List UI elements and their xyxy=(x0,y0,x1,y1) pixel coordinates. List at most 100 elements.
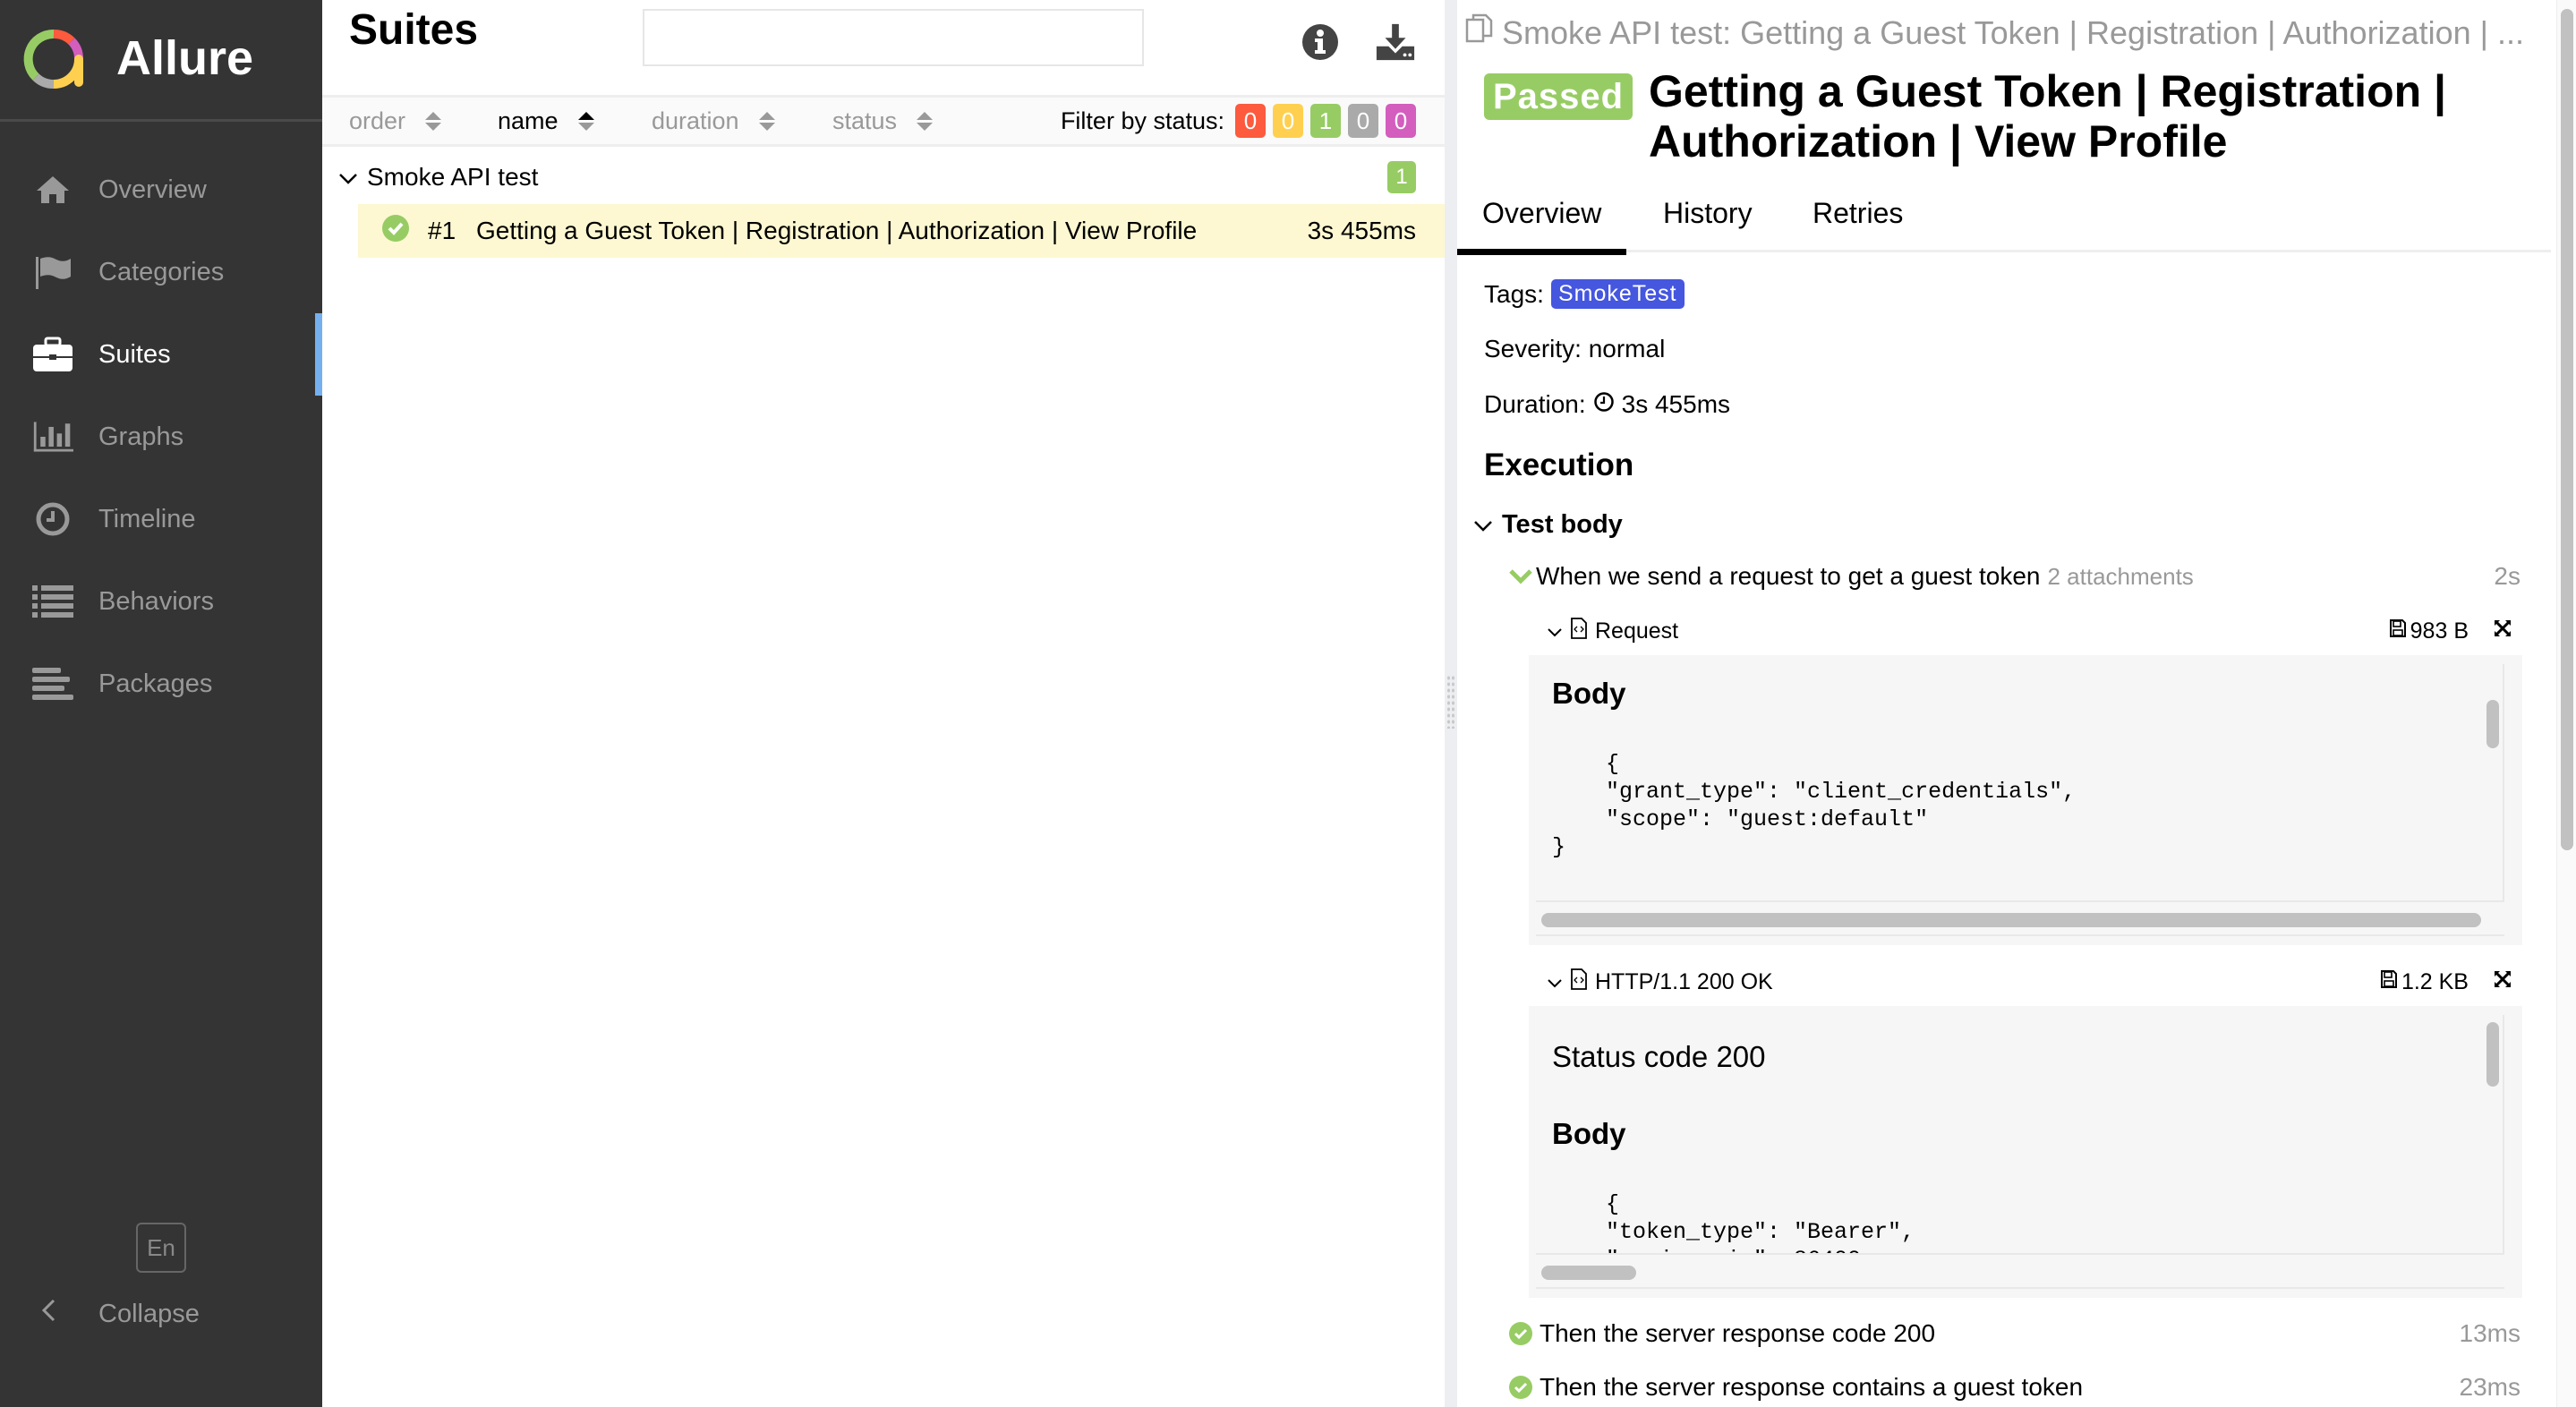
sort-order[interactable]: order xyxy=(349,107,442,135)
step-row[interactable]: Then the server response code 200 13ms xyxy=(1509,1319,2521,1348)
sort-name[interactable]: name xyxy=(498,107,594,135)
sidebar-item-graphs[interactable]: Graphs xyxy=(0,396,322,478)
duration-value: 3s 455ms xyxy=(1621,390,1731,418)
sort-duration[interactable]: duration xyxy=(652,107,775,135)
step-attachments-count: 2 attachments xyxy=(2047,562,2194,590)
attachment-header[interactable]: HTTP/1.1 200 OK 1.2 KB xyxy=(1547,964,2522,1000)
sort-label: order xyxy=(349,107,406,134)
status-badge: Passed xyxy=(1484,73,1633,120)
sort-label: duration xyxy=(652,107,739,134)
tab-overview[interactable]: Overview xyxy=(1457,197,1627,255)
expand-icon[interactable] xyxy=(2492,968,2513,996)
sort-arrows-icon xyxy=(917,111,934,131)
page-title: Suites xyxy=(349,6,479,54)
vertical-scrollbar[interactable] xyxy=(2486,700,2499,748)
breadcrumb-text: Smoke API test: Getting a Guest Token | … xyxy=(1502,13,2524,51)
test-row[interactable]: #1 Getting a Guest Token | Registration … xyxy=(358,204,1445,258)
attachment-size-value: 983 B xyxy=(2410,618,2469,644)
expand-icon[interactable] xyxy=(2492,618,2513,645)
sidebar-item-label: Categories xyxy=(98,257,225,286)
clock-icon xyxy=(1593,390,1615,419)
request-body-code: { "grant_type": "client_credentials", "s… xyxy=(1552,751,2077,860)
sidebar-item-suites[interactable]: Suites xyxy=(0,313,322,396)
step-name: When we send a request to get a guest to… xyxy=(1536,562,2041,590)
flag-icon xyxy=(32,254,73,290)
attachment-header[interactable]: Request 983 B xyxy=(1547,613,2522,649)
filter-failed[interactable]: 0 xyxy=(1235,104,1266,138)
chevron-down-icon xyxy=(338,163,358,192)
detail-scrollbar[interactable] xyxy=(2561,9,2573,850)
horizontal-scrollbar[interactable] xyxy=(1541,1266,1636,1280)
align-left-icon xyxy=(32,666,73,702)
step-row[interactable]: Then the server response contains a gues… xyxy=(1509,1373,2521,1402)
sort-label: status xyxy=(832,107,898,134)
attachment-scroll-area[interactable]: Status code 200 Body { "token_type": "Be… xyxy=(1536,1015,2504,1255)
sidebar-item-categories[interactable]: Categories xyxy=(0,231,322,313)
attachment-size-value: 1.2 KB xyxy=(2401,968,2469,994)
info-icon[interactable] xyxy=(1300,21,1341,63)
sidebar-item-label: Graphs xyxy=(98,422,184,451)
allure-logo-icon xyxy=(23,29,83,89)
detail-tabs: Overview History Retries xyxy=(1457,190,2551,255)
chevron-left-icon xyxy=(39,1298,57,1330)
sidebar-item-label: Suites xyxy=(98,339,171,369)
suite-group[interactable]: Smoke API test 1 xyxy=(322,152,1445,202)
chevron-down-icon xyxy=(1547,618,1563,644)
tags-row: Tags: SmokeTest xyxy=(1484,279,1685,309)
attachment-name: Request xyxy=(1595,618,1679,644)
sidebar-item-behaviors[interactable]: Behaviors xyxy=(0,560,322,643)
tab-retries[interactable]: Retries xyxy=(1813,197,1903,230)
chevron-down-icon xyxy=(1547,969,1563,995)
sidebar-nav: Overview Categories Suites Graphs Timeli… xyxy=(0,149,322,725)
suites-pane: Suites order name duration status Filter… xyxy=(322,0,1445,1407)
filter-broken[interactable]: 0 xyxy=(1273,104,1303,138)
filter-skipped[interactable]: 0 xyxy=(1348,104,1378,138)
step-row[interactable]: When we send a request to get a guest to… xyxy=(1509,562,2521,591)
filter-unknown[interactable]: 0 xyxy=(1386,104,1416,138)
sort-bar: order name duration status Filter by sta… xyxy=(322,95,1445,147)
download-icon[interactable] xyxy=(1375,21,1416,63)
tag-badge[interactable]: SmokeTest xyxy=(1550,279,1685,309)
attachment-body-heading: Body xyxy=(1552,677,1626,710)
vertical-scrollbar[interactable] xyxy=(2486,1022,2499,1087)
sidebar-item-packages[interactable]: Packages xyxy=(0,643,322,725)
step-duration: 23ms xyxy=(2459,1373,2521,1401)
duration-label: Duration: xyxy=(1484,390,1586,418)
execution-heading: Execution xyxy=(1484,448,1634,482)
sidebar-item-timeline[interactable]: Timeline xyxy=(0,478,322,560)
horizontal-scrollbar[interactable] xyxy=(1541,913,2481,927)
attachment-scroll-area[interactable]: Body { "grant_type": "client_credentials… xyxy=(1536,664,2504,902)
sort-status[interactable]: status xyxy=(832,107,934,135)
severity: Severity: normal xyxy=(1484,335,1666,362)
passed-check-icon xyxy=(381,214,410,249)
test-index: #1 xyxy=(428,217,456,244)
language-button[interactable]: En xyxy=(136,1223,186,1273)
status-filter: Filter by status: 0 0 1 0 0 xyxy=(1061,104,1416,138)
attachment-size: 983 B xyxy=(2389,618,2469,644)
copy-icon[interactable] xyxy=(1464,13,1495,53)
search-input[interactable] xyxy=(643,9,1144,66)
brand[interactable]: Allure xyxy=(0,0,322,122)
filter-passed[interactable]: 1 xyxy=(1310,104,1341,138)
detail-scrollbar-track xyxy=(2556,0,2576,1407)
horizontal-scrollbar-track xyxy=(1536,1258,2504,1289)
sort-arrows-icon xyxy=(425,111,442,131)
collapse-button[interactable]: Collapse xyxy=(0,1289,322,1339)
sidebar: Allure Overview Categories Suites Graphs xyxy=(0,0,322,1407)
pane-splitter[interactable] xyxy=(1445,0,1457,1407)
test-name: Getting a Guest Token | Registration | A… xyxy=(476,217,1198,244)
breadcrumb: Smoke API test: Getting a Guest Token | … xyxy=(1464,13,2538,53)
save-icon xyxy=(2380,969,2398,995)
attachment-content: Status code 200 Body { "token_type": "Be… xyxy=(1529,1006,2522,1298)
suite-name: Smoke API test xyxy=(367,163,539,191)
tab-history[interactable]: History xyxy=(1663,197,1753,230)
sidebar-item-overview[interactable]: Overview xyxy=(0,149,322,231)
sort-label: name xyxy=(498,107,559,134)
sidebar-item-label: Timeline xyxy=(98,504,196,533)
response-body-code: { "token_type": "Bearer", "expires_in": … xyxy=(1606,1191,1915,1253)
step-name: Then the server response code 200 xyxy=(1540,1319,1936,1347)
code-file-icon xyxy=(1570,617,1588,646)
app-name: Allure xyxy=(116,31,254,85)
test-body-toggle[interactable]: Test body xyxy=(1473,510,1623,540)
filter-label: Filter by status: xyxy=(1060,107,1224,134)
